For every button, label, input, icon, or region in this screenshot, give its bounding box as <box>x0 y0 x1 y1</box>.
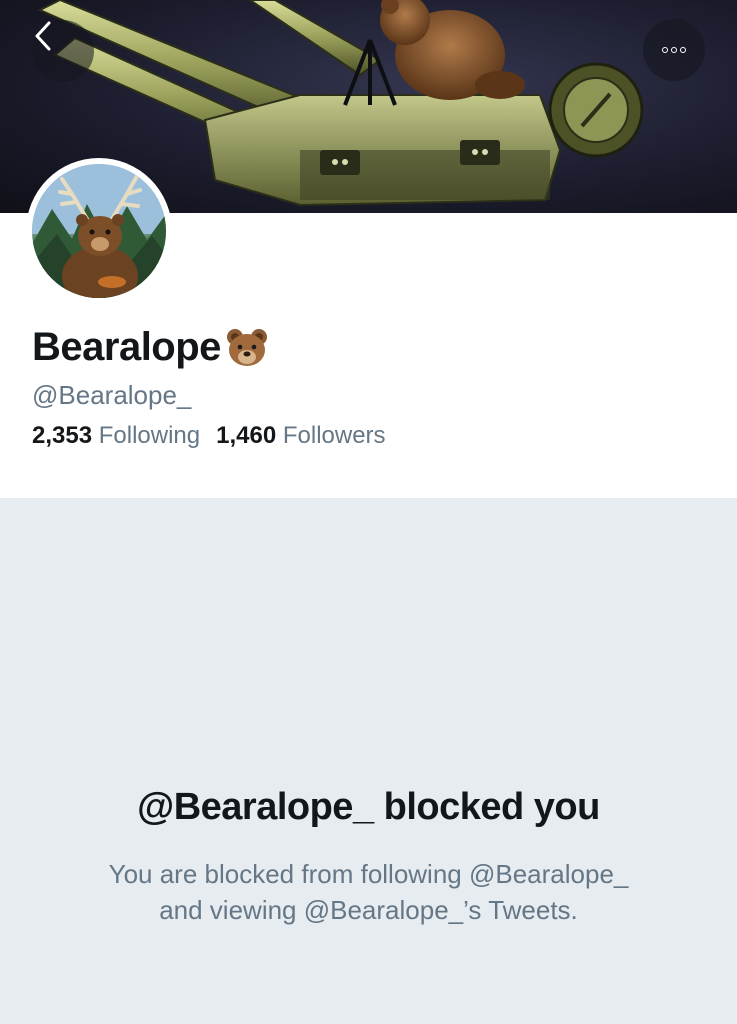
blocked-title: @Bearalope_ blocked you <box>137 786 600 828</box>
followers-stat[interactable]: 1,460 Followers <box>216 422 385 449</box>
followers-label: Followers <box>282 422 386 449</box>
avatar[interactable] <box>26 158 172 304</box>
blocked-description-line-1: You are blocked from following @Bearalop… <box>108 859 629 889</box>
profile-page: Bearalope @Bearalope_ 2,353 Following 1,4… <box>0 0 737 1024</box>
profile-stats: 2,353 Following 1,460 Followers <box>32 422 386 450</box>
followers-count: 1,460 <box>216 422 277 449</box>
more-horizontal-icon <box>662 47 686 53</box>
display-name-row: Bearalope <box>32 325 269 370</box>
bear-face-emoji-icon <box>226 328 267 366</box>
display-name: Bearalope <box>32 325 221 369</box>
profile-handle: @Bearalope_ <box>32 380 192 410</box>
back-button[interactable] <box>32 20 94 82</box>
following-count: 2,353 <box>32 422 93 449</box>
chevron-left-icon <box>35 21 51 51</box>
following-stat[interactable]: 2,353 Following <box>32 422 200 449</box>
blocked-description: You are blocked from following @Bearalop… <box>50 856 687 928</box>
following-label: Following <box>98 422 201 449</box>
blocked-description-line-2: and viewing @Bearalope_’s Tweets. <box>159 895 578 925</box>
avatar-image <box>32 164 166 298</box>
more-options-button[interactable] <box>643 19 705 81</box>
